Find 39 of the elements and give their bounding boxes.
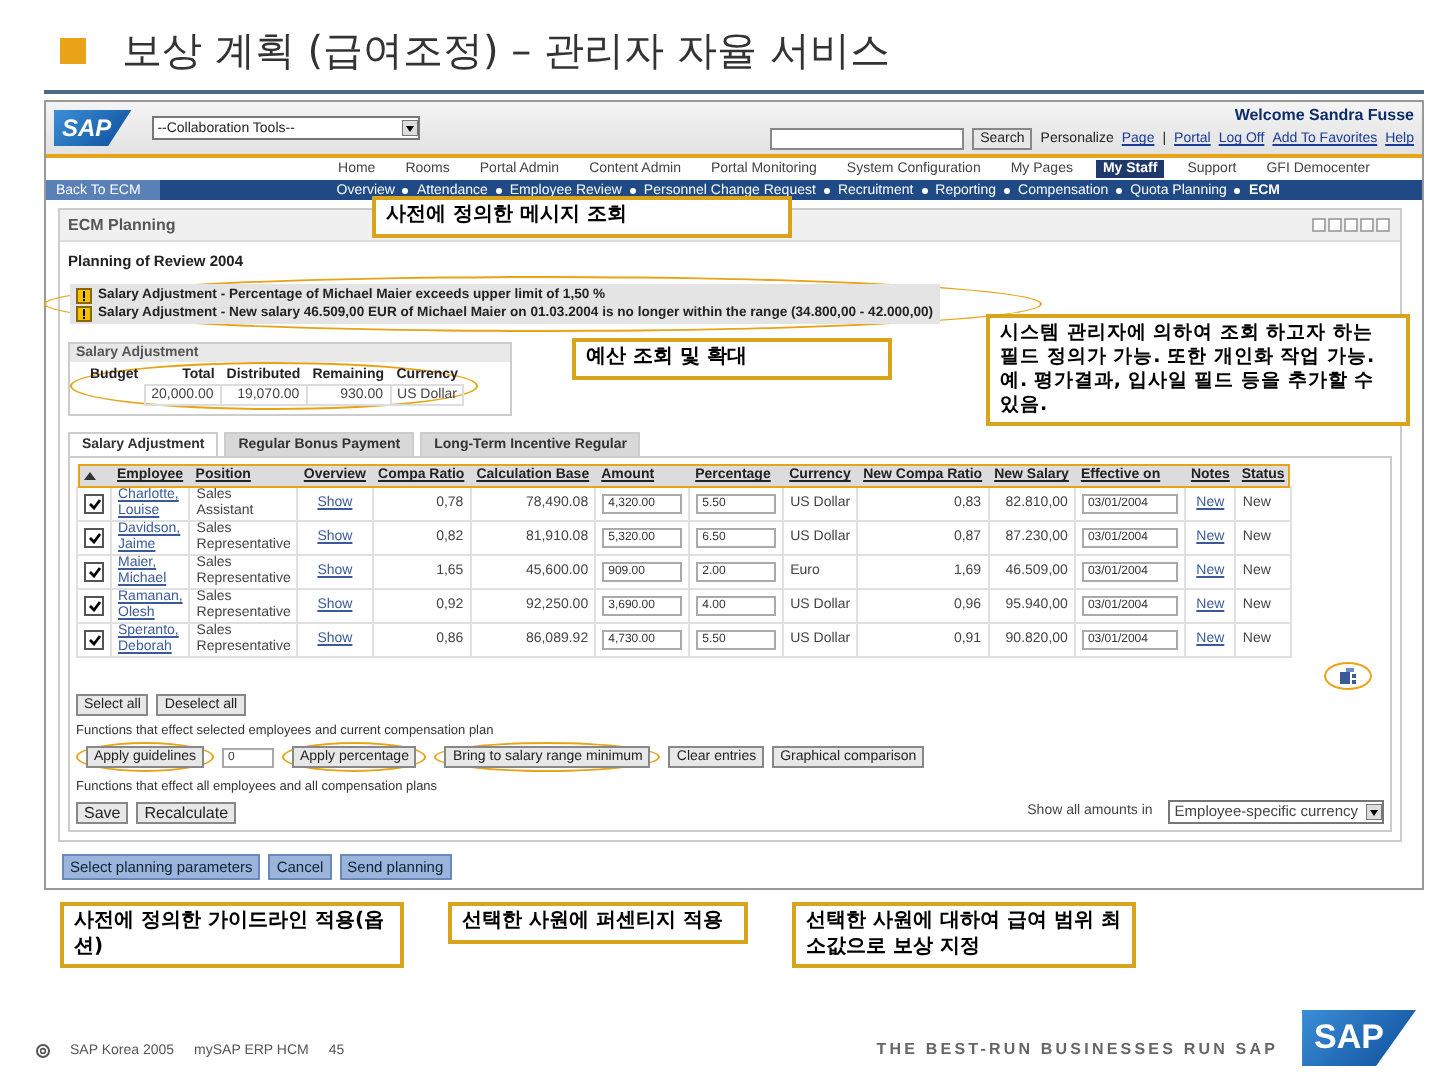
callout-box: 예산 조회 및 확대: [572, 338, 892, 379]
sort-ascending-icon: [83, 471, 95, 479]
function-button[interactable]: Save: [76, 802, 129, 824]
row-checkbox[interactable]: [84, 562, 104, 582]
sap-logo: SAP: [1302, 1010, 1416, 1066]
callout-box: 시스템 관리자에 의하여 조회 하고자 하는 필드 정의가 가능. 또한 개인화 작업 가능. 예. 평가결과, 입사일 필드 등을 추가할 수 있음.: [986, 314, 1410, 425]
callout-box: 선택한 사원에 대하여 급여 범위 최소값으로 보상 지정: [792, 902, 1136, 968]
row-checkbox[interactable]: [84, 630, 104, 650]
bullet-icon: [1116, 187, 1123, 193]
sap-logo: SAP: [54, 110, 132, 146]
square-bullet-icon: [60, 38, 86, 64]
copyright-icon: [36, 1044, 50, 1058]
settings-icon[interactable]: [1338, 666, 1358, 686]
row-checkbox[interactable]: [84, 596, 104, 616]
bullet-icon: [1234, 187, 1241, 193]
check-icon: [87, 498, 101, 510]
callout-box: 사전에 정의한 메시지 조회: [372, 196, 792, 237]
dropdown-caret-icon: [401, 120, 418, 136]
bullet-icon: [823, 187, 830, 193]
bullet-icon: [921, 187, 928, 193]
check-icon: [87, 532, 101, 544]
callout-box: 선택한 사원에 퍼센티지 적용: [448, 902, 748, 943]
bullet-icon: [1004, 187, 1011, 193]
slide-title: 보상 계획 (급여조정) – 관리자 자율 서비스: [122, 24, 890, 78]
search-field[interactable]: [770, 128, 965, 150]
bullet-icon: [495, 187, 502, 193]
row-checkbox[interactable]: [84, 494, 104, 514]
tagline: THE BEST-RUN BUSINESSES RUN SAP: [876, 1040, 1279, 1062]
row-checkbox[interactable]: [84, 528, 104, 548]
panel-title: ECM Planning: [68, 216, 176, 234]
bullet-icon: [402, 187, 409, 193]
bullet-icon: [629, 187, 636, 193]
function-button[interactable]: Recalculate: [136, 802, 237, 824]
check-icon: [87, 600, 101, 612]
callout-box: 사전에 정의한 가이드라인 적용(옵션): [60, 902, 404, 968]
check-icon: [87, 634, 101, 646]
welcome-text: Welcome Sandra Fusse: [1234, 106, 1414, 124]
check-icon: [87, 566, 101, 578]
dropdown-caret-icon: [1366, 803, 1382, 819]
